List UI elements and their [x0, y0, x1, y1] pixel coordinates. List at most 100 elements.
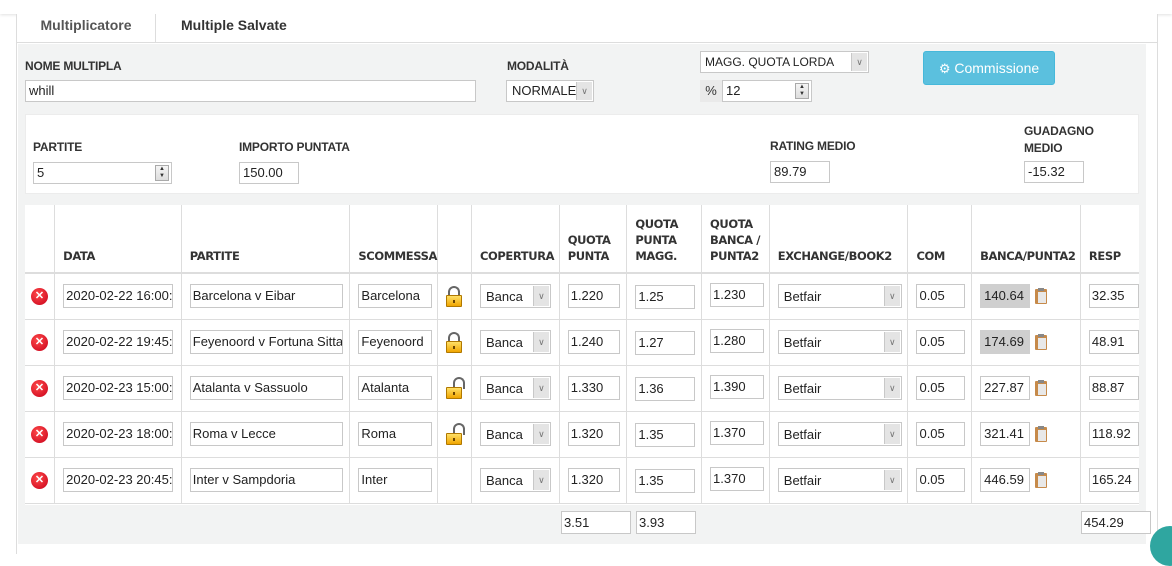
exchange-select[interactable]: Betfair ∨: [777, 330, 902, 354]
unlock-icon[interactable]: [445, 377, 466, 399]
quota-banca-input[interactable]: 1.280: [710, 328, 765, 353]
quota-banca-input[interactable]: 1.390: [710, 374, 765, 399]
lock-icon[interactable]: [445, 285, 463, 308]
clipboard-icon[interactable]: [1035, 379, 1048, 396]
quota-punta-magg-input[interactable]: 1.25: [635, 285, 696, 310]
quota-banca-input[interactable]: 1.370: [710, 466, 765, 491]
quota-punta-magg-input[interactable]: 1.27: [635, 331, 696, 355]
data-input[interactable]: 2020-02-22 19:45:00: [63, 330, 174, 354]
quota-banca-input[interactable]: 1.230: [710, 282, 765, 307]
copertura-select[interactable]: Banca ∨: [479, 284, 551, 309]
partite-input[interactable]: Atalanta v Sassuolo: [189, 376, 343, 400]
quota-punta-magg-input[interactable]: 1.35: [635, 423, 696, 447]
copertura-select[interactable]: Banca ∨: [479, 468, 551, 492]
maggiorazione-select[interactable]: MAGG. QUOTA LORDA ∨: [700, 51, 869, 73]
quota-punta-magg-input[interactable]: 1.36: [635, 377, 696, 401]
clipboard-icon[interactable]: [1035, 333, 1048, 350]
spinner-icon[interactable]: ▲ ▼: [795, 83, 809, 99]
scommessa-input[interactable]: Inter: [358, 468, 433, 492]
com-input[interactable]: 0.05: [916, 376, 966, 400]
com-input[interactable]: 0.05: [916, 468, 966, 492]
exchange-select[interactable]: Betfair ∨: [777, 422, 902, 446]
scommessa-input[interactable]: Atalanta: [358, 376, 433, 400]
scommessa-input[interactable]: Feyenoord: [358, 330, 433, 354]
spinner-icon[interactable]: ▲ ▼: [155, 165, 169, 181]
banca-punta2-value[interactable]: 446.59: [980, 468, 1031, 492]
quota-punta-input[interactable]: 1.330: [567, 376, 620, 400]
lock-icon[interactable]: [445, 331, 463, 353]
quota-punta-input[interactable]: 1.240: [567, 330, 620, 354]
cell-banca-punta2: 227.87: [971, 364, 1081, 412]
banca-punta2-value[interactable]: 321.41: [980, 422, 1031, 446]
com-input[interactable]: 0.05: [916, 330, 966, 354]
partite-input[interactable]: Barcelona v Eibar: [189, 284, 343, 309]
copertura-select[interactable]: Banca ∨: [479, 422, 551, 446]
quota-banca-input[interactable]: 1.370: [710, 420, 765, 445]
quota-punta-input[interactable]: 1.320: [567, 422, 620, 446]
table-row: ✕ 2020-02-23 20:45:00 Inter v Sampdoria …: [25, 456, 1139, 504]
resp-input[interactable]: 118.92: [1088, 422, 1139, 446]
resp-input[interactable]: 48.91: [1088, 330, 1139, 354]
delete-icon[interactable]: ✕: [31, 472, 48, 489]
quota-punta-input[interactable]: 1.220: [567, 284, 620, 309]
copertura-select[interactable]: Banca ∨: [479, 330, 551, 354]
resp-input[interactable]: 165.24: [1088, 468, 1139, 492]
tab-multiple-salvate[interactable]: Multiple Salvate: [181, 14, 287, 43]
percent-value: 12: [726, 83, 741, 98]
unlock-icon[interactable]: [445, 423, 466, 445]
delete-icon[interactable]: ✕: [31, 288, 48, 306]
header-quota-magg-l1: QUOTA: [635, 217, 679, 231]
com-input[interactable]: 0.05: [916, 284, 966, 309]
total-quota-punta[interactable]: 3.51: [561, 511, 631, 534]
delete-icon[interactable]: ✕: [31, 426, 48, 443]
main-container: Multiplicatore Multiple Salvate NOME MUL…: [16, 14, 1158, 554]
cell-banca-punta2: 174.69: [971, 318, 1081, 366]
guadagno-medio-input[interactable]: -15.32: [1024, 161, 1084, 183]
cell-resp: 118.92: [1079, 410, 1139, 458]
delete-icon[interactable]: ✕: [31, 334, 48, 351]
clipboard-icon[interactable]: [1035, 287, 1048, 304]
scommessa-input[interactable]: Barcelona: [358, 284, 433, 309]
data-input[interactable]: 2020-02-22 16:00:00: [63, 284, 174, 309]
matches-table-container: DATA PARTITE SCOMMESSA COPERTURA QUOTA P…: [25, 205, 1139, 505]
cell-lock: [437, 364, 472, 412]
resp-input[interactable]: 32.35: [1088, 284, 1139, 309]
resp-input[interactable]: 88.87: [1088, 376, 1139, 400]
exchange-select[interactable]: Betfair ∨: [777, 376, 902, 400]
header-quota-punta: QUOTA PUNTA: [558, 205, 628, 274]
data-input[interactable]: 2020-02-23 20:45:00: [63, 468, 174, 492]
nome-multipla-input[interactable]: whill: [25, 80, 476, 102]
exchange-select[interactable]: Betfair ∨: [777, 468, 902, 492]
tab-multiplicatore[interactable]: Multiplicatore: [17, 14, 156, 43]
clipboard-icon[interactable]: [1035, 425, 1048, 442]
cell-quota-punta-magg: 1.27: [626, 318, 703, 366]
rating-medio-input[interactable]: 89.79: [770, 161, 830, 183]
data-input[interactable]: 2020-02-23 15:00:00: [63, 376, 174, 400]
total-resp[interactable]: 454.29: [1081, 511, 1151, 534]
partite-input[interactable]: Roma v Lecce: [189, 422, 343, 446]
delete-icon[interactable]: ✕: [31, 380, 48, 397]
percent-input[interactable]: 12 ▲ ▼: [722, 80, 812, 102]
importo-puntata-input[interactable]: 150.00: [239, 162, 299, 184]
percent-addon: %: [700, 80, 722, 102]
exchange-select[interactable]: Betfair ∨: [777, 284, 902, 309]
quota-punta-input[interactable]: 1.320: [567, 468, 620, 492]
copertura-select[interactable]: Banca ∨: [479, 376, 551, 400]
chevron-down-icon: ∨: [883, 286, 900, 307]
cell-quota-banca: 1.370: [701, 410, 770, 458]
commissione-button[interactable]: ⚙ Commissione: [923, 51, 1055, 85]
clipboard-icon[interactable]: [1035, 471, 1048, 488]
data-input[interactable]: 2020-02-23 18:00:00: [63, 422, 174, 446]
cell-delete: ✕: [25, 364, 56, 412]
com-input[interactable]: 0.05: [916, 422, 966, 446]
quota-punta-magg-input[interactable]: 1.35: [635, 469, 696, 493]
cell-com: 0.05: [907, 364, 973, 412]
partite-input[interactable]: 5 ▲ ▼: [33, 162, 172, 184]
banca-punta2-value[interactable]: 227.87: [980, 376, 1031, 400]
modalita-select[interactable]: NORMALE ∨: [506, 80, 594, 102]
partite-input[interactable]: Inter v Sampdoria: [189, 468, 343, 492]
scommessa-input[interactable]: Roma: [358, 422, 433, 446]
partite-input[interactable]: Feyenoord v Fortuna Sittard: [189, 330, 343, 354]
total-quota-punta-magg[interactable]: 3.93: [636, 511, 696, 534]
matches-table: DATA PARTITE SCOMMESSA COPERTURA QUOTA P…: [25, 205, 1139, 504]
